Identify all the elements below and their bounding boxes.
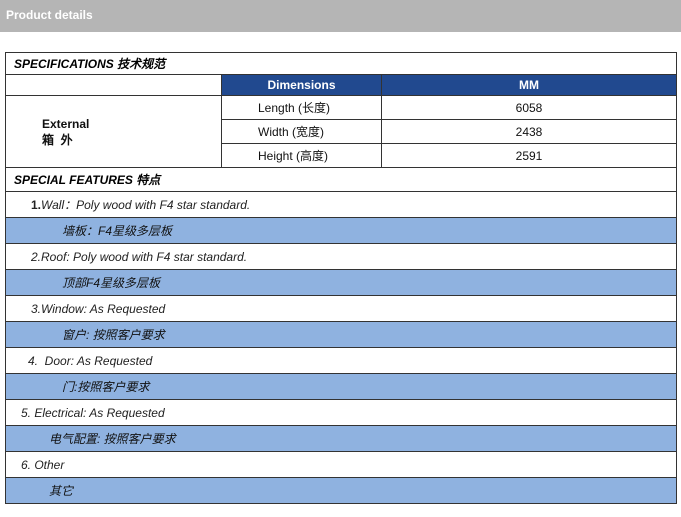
- feature-door: 4. Door: As Requested: [5, 347, 677, 374]
- feature-other: 6. Other: [5, 451, 677, 478]
- height-label: Height (高度): [221, 143, 382, 168]
- feature-roof-cn: 顶部F4星级多层板: [5, 269, 677, 296]
- specifications-title: SPECIFICATIONS 技术规范: [5, 52, 677, 75]
- external-label: External: [42, 116, 90, 131]
- feature-roof: 2.Roof: Poly wood with F4 star standard.: [5, 243, 677, 270]
- specifications-table: SPECIFICATIONS 技术规范 Dimensions MM Extern…: [5, 52, 677, 504]
- width-label: Width (宽度): [221, 119, 382, 144]
- product-details-header: Product details: [0, 0, 681, 32]
- width-value: 2438: [381, 119, 677, 144]
- feature-wall-text: Wall：Poly wood with F4 star standard.: [41, 198, 251, 212]
- feature-door-cn: 门:按照客户要求: [5, 373, 677, 400]
- feature-other-cn: 其它: [5, 477, 677, 504]
- feature-wall-cn: 墙板：F4星级多层板: [5, 217, 677, 244]
- height-value: 2591: [381, 143, 677, 168]
- external-label-cn: 箱 外: [42, 132, 73, 147]
- feature-window-cn: 窗户: 按照客户要求: [5, 321, 677, 348]
- feature-electrical-cn: 电气配置: 按照客户要求: [5, 425, 677, 452]
- dimensions-header: Dimensions: [221, 74, 382, 96]
- header-blank-cell: [5, 74, 222, 96]
- feature-wall: 1.Wall：Poly wood with F4 star standard.: [5, 191, 677, 218]
- length-label: Length (长度): [221, 95, 382, 120]
- feature-wall-number: 1.: [31, 198, 42, 212]
- feature-electrical: 5. Electrical: As Requested: [5, 399, 677, 426]
- length-value: 6058: [381, 95, 677, 120]
- special-features-title: SPECIAL FEATURES 特点: [5, 167, 677, 192]
- feature-window: 3.Window: As Requested: [5, 295, 677, 322]
- mm-header: MM: [381, 74, 677, 96]
- page-title: Product details: [6, 8, 93, 22]
- external-cell: External 箱 外: [5, 95, 222, 168]
